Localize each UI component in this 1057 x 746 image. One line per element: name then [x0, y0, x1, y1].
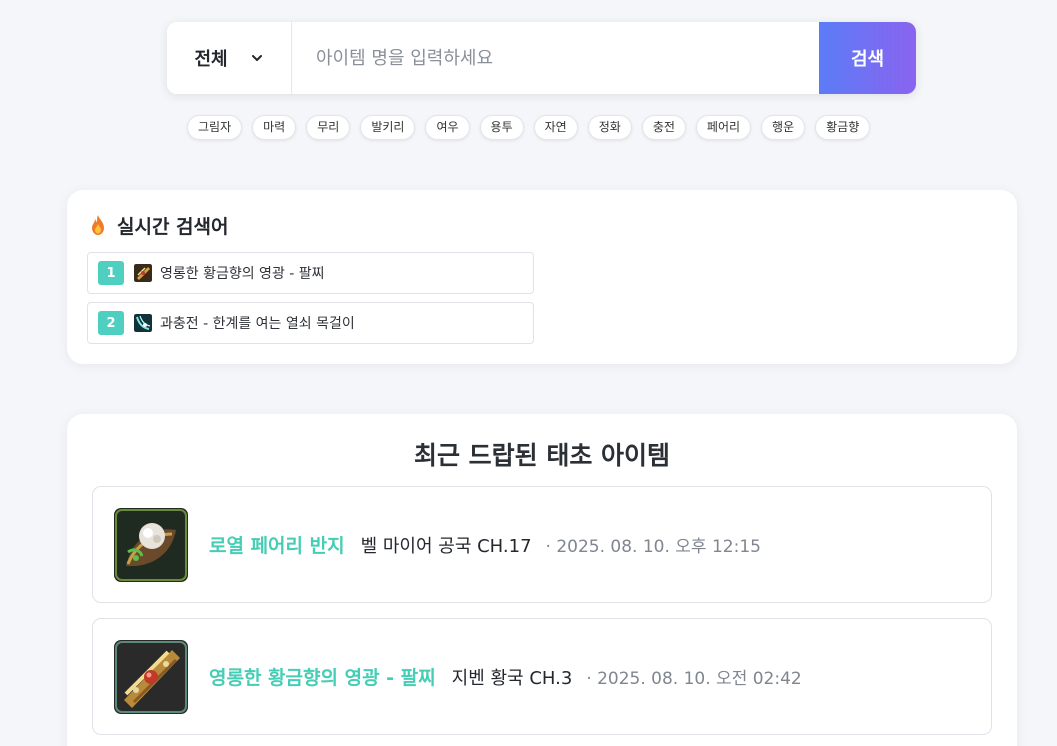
rank-item-name: 과충전 - 한계를 여는 열쇠 목걸이 — [160, 316, 355, 332]
recent-drops-card: 최근 드랍된 태초 아이템 로열 페어리 반지 벨 마이어 공국 CH.17 ·… — [67, 414, 1017, 746]
rank-number: 2 — [98, 311, 124, 335]
drop-thumbnail — [114, 639, 188, 714]
category-select[interactable]: 전체 — [167, 22, 292, 94]
tag-chip[interactable]: 정화 — [587, 115, 632, 140]
tag-chip[interactable]: 황금향 — [815, 115, 871, 140]
tag-chip[interactable]: 무리 — [306, 115, 351, 140]
necklace-item-icon — [134, 314, 152, 332]
drop-item-name: 로열 페어리 반지 — [209, 535, 345, 557]
tag-chip[interactable]: 마력 — [252, 115, 297, 140]
tag-chip[interactable]: 발키리 — [360, 115, 416, 140]
tag-chip[interactable]: 여우 — [425, 115, 470, 140]
rank-number: 1 — [98, 261, 124, 285]
tag-list: 그림자 마력 무리 발키리 여우 용투 자연 정화 충전 페어리 행운 황금향 — [187, 115, 892, 140]
drop-time: · 2025. 08. 10. 오후 12:15 — [545, 537, 761, 557]
drop-location: 벨 마이어 공국 CH.17 — [360, 535, 532, 557]
drop-list-item[interactable]: 영롱한 황금향의 영광 - 팔찌 지벤 황국 CH.3 · 2025. 08. … — [92, 618, 992, 735]
tag-chip[interactable]: 그림자 — [187, 115, 243, 140]
drop-list-item[interactable]: 로열 페어리 반지 벨 마이어 공국 CH.17 · 2025. 08. 10.… — [92, 486, 992, 603]
tag-chip[interactable]: 자연 — [533, 115, 578, 140]
tag-chip[interactable]: 용투 — [479, 115, 524, 140]
bracelet-item-icon — [134, 264, 152, 282]
chevron-down-icon — [251, 55, 262, 61]
category-select-label: 전체 — [194, 49, 228, 70]
search-bar: 전체 검색 — [167, 22, 916, 94]
realtime-rank-item[interactable]: 2 과충전 - 한계를 여는 열쇠 목걸이 — [87, 302, 534, 344]
drop-time: · 2025. 08. 10. 오전 02:42 — [586, 669, 802, 689]
realtime-rank-item[interactable]: 1 영롱한 황금향의 영광 - 팔찌 — [87, 252, 534, 294]
tag-chip[interactable]: 페어리 — [695, 115, 752, 140]
rank-item-name: 영롱한 황금향의 영광 - 팔찌 — [160, 266, 325, 282]
search-button[interactable]: 검색 — [819, 22, 916, 94]
realtime-header: 실시간 검색어 — [89, 212, 229, 238]
bracelet-item-icon — [114, 639, 188, 714]
ring-item-icon — [114, 507, 188, 582]
fire-icon — [92, 215, 104, 235]
tag-chip[interactable]: 행운 — [761, 115, 806, 140]
drop-location: 지벤 황국 CH.3 — [451, 667, 573, 689]
search-input[interactable] — [292, 22, 819, 94]
drop-thumbnail — [114, 507, 188, 582]
recent-drops-title: 최근 드랍된 태초 아이템 — [413, 441, 671, 470]
tag-chip[interactable]: 충전 — [641, 115, 686, 140]
realtime-title: 실시간 검색어 — [117, 215, 229, 238]
realtime-search-card: 실시간 검색어 1 영롱한 황금향의 영광 - 팔찌 2 과충전 - 한계를 여… — [67, 190, 1017, 364]
drop-item-name: 영롱한 황금향의 영광 - 팔찌 — [209, 667, 436, 689]
